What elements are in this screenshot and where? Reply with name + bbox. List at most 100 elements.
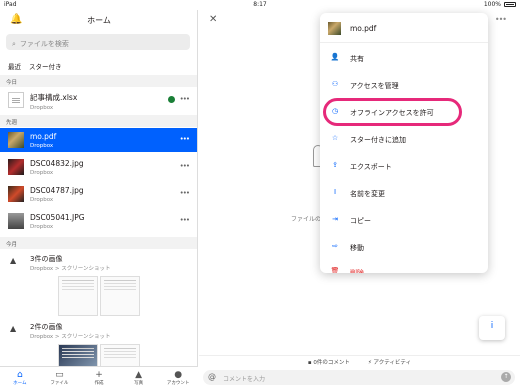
comments-count[interactable]: ▪ 0件のコメント [308, 358, 350, 368]
file-location: Dropbox [30, 105, 54, 111]
menu-item-copy[interactable]: ⇥ コピー [320, 207, 488, 233]
highlight-annotation [323, 98, 462, 126]
images-icon: ▲ [10, 324, 17, 333]
search-input[interactable]: ⌕ ファイルを検索 [6, 34, 190, 50]
more-icon[interactable]: ••• [180, 95, 190, 103]
screenshot-thumbnail[interactable] [58, 276, 98, 316]
plus-icon: + [95, 370, 103, 380]
clock: 8:17 [253, 1, 267, 8]
menu-item-move[interactable]: ⇨ 移動 [320, 234, 488, 260]
menu-item-manage-access[interactable]: ⚇ アクセスを管理 [320, 72, 488, 98]
menu-header: mo.pdf [320, 13, 488, 43]
tab-home[interactable]: ⌂ ホーム [0, 367, 40, 390]
menu-item-label: アクセスを管理 [350, 82, 399, 90]
more-icon[interactable]: ••• [180, 189, 190, 197]
menu-item-star[interactable]: ☆ スター付きに追加 [320, 126, 488, 152]
file-row-selected[interactable]: mo.pdf Dropbox ••• [0, 128, 197, 152]
move-icon: ⇨ [332, 242, 338, 250]
file-row[interactable]: 記事構成.xlsx Dropbox ••• [0, 88, 197, 112]
group-location: Dropbox > スクリーンショット [30, 266, 111, 272]
info-button[interactable]: ⅰ [479, 316, 505, 340]
menu-item-export[interactable]: ⇪ エクスポート [320, 153, 488, 179]
filter-tabs: 最近 スター付き [8, 61, 62, 71]
more-icon[interactable]: ••• [180, 216, 190, 224]
file-location: Dropbox [30, 224, 54, 230]
more-icon[interactable]: ••• [495, 15, 507, 24]
more-icon[interactable]: ••• [180, 162, 190, 170]
tab-bar: ⌂ ホーム ▭ ファイル + 作成 ▲ 写真 ● アカウント [0, 366, 198, 390]
battery-status: 100% [484, 1, 516, 8]
file-actions-menu: mo.pdf 👤 共有 ⚇ アクセスを管理 ◷ オフラインアクセスを許可 ☆ スター付き… [320, 13, 488, 273]
image-thumbnail [8, 132, 24, 148]
menu-item-label: 移動 [350, 244, 364, 252]
menu-item-share[interactable]: 👤 共有 [320, 45, 488, 71]
send-icon[interactable]: ↑ [501, 372, 511, 382]
left-header: 🔔 ホーム [0, 10, 197, 30]
image-thumbnail [328, 22, 341, 35]
menu-item-label: 名前を変更 [350, 190, 385, 198]
section-this-month: 今月 [0, 237, 197, 249]
file-row[interactable]: DSC04787.jpg Dropbox ••• [0, 182, 197, 206]
search-icon: ⌕ [12, 39, 16, 48]
tab-label: アカウント [166, 381, 190, 386]
tab-account[interactable]: ● アカウント [158, 367, 198, 390]
menu-item-label: 共有 [350, 55, 364, 63]
image-thumbnail [8, 159, 24, 175]
star-icon: ☆ [331, 134, 339, 142]
activity-label: アクティビティ [373, 360, 412, 366]
comment-activity-bar: ▪ 0件のコメント ⚡ アクティビティ [199, 355, 520, 368]
rename-icon: I [333, 188, 337, 196]
file-location: Dropbox [30, 197, 54, 203]
file-location: Dropbox [30, 170, 54, 176]
image-group[interactable]: ▲ 3件の画像 Dropbox > スクリーンショット [0, 250, 197, 318]
tab-label: 写真 [134, 381, 144, 386]
offline-status-icon [168, 96, 175, 103]
file-name: 記事構成.xlsx [30, 93, 78, 102]
file-name: mo.pdf [30, 132, 57, 141]
trash-icon: 🗑 [330, 267, 340, 273]
tab-create[interactable]: + 作成 [79, 367, 119, 390]
battery-percent: 100% [483, 1, 501, 8]
section-today: 今日 [0, 75, 197, 87]
file-name: DSC04832.jpg [30, 159, 84, 168]
activity-link[interactable]: ⚡ アクティビティ [368, 358, 411, 368]
filter-starred[interactable]: スター付き [29, 61, 62, 71]
file-browser-pane: 🔔 ホーム ⌕ ファイルを検索 最近 スター付き 今日 記事構成.xlsx Dro… [0, 10, 198, 390]
spreadsheet-icon [8, 92, 24, 108]
tab-label: 作成 [94, 381, 104, 386]
group-title: 3件の画像 [30, 255, 63, 263]
images-icon: ▲ [10, 256, 17, 265]
menu-item-delete[interactable]: 🗑 削除 [320, 259, 488, 273]
page-title: ホーム [87, 16, 111, 25]
comments-label: 0件のコメント [313, 360, 350, 366]
menu-item-rename[interactable]: I 名前を変更 [320, 180, 488, 206]
more-icon[interactable]: ••• [180, 135, 190, 143]
menu-item-label: コピー [350, 217, 371, 225]
file-name: DSC04787.jpg [30, 186, 84, 195]
file-row[interactable]: DSC04832.jpg Dropbox ••• [0, 155, 197, 179]
export-icon: ⇪ [332, 161, 338, 169]
screenshot-thumbnail[interactable] [100, 276, 140, 316]
close-icon[interactable]: ✕ [209, 14, 217, 25]
menu-item-label: 削除 [350, 269, 364, 273]
status-bar: iPad 8:17 100% [0, 0, 520, 10]
tab-label: ホーム [13, 381, 27, 386]
search-placeholder: ファイルを検索 [19, 40, 69, 48]
group-location: Dropbox > スクリーンショット [30, 334, 111, 340]
menu-item-label: エクスポート [350, 163, 392, 171]
file-row[interactable]: DSC05041.JPG Dropbox ••• [0, 209, 197, 233]
tab-photos[interactable]: ▲ 写真 [119, 367, 159, 390]
filter-recent[interactable]: 最近 [8, 61, 21, 71]
tab-label: ファイル [50, 381, 69, 386]
copy-icon: ⇥ [332, 215, 338, 223]
image-thumbnail [8, 186, 24, 202]
section-last-week: 先週 [0, 115, 197, 127]
manage-access-icon: ⚇ [331, 80, 339, 88]
photo-icon: ▲ [135, 370, 143, 380]
group-title: 2件の画像 [30, 323, 63, 331]
tab-files[interactable]: ▭ ファイル [40, 367, 80, 390]
mention-icon[interactable]: @ [208, 372, 216, 381]
comment-input[interactable]: @ コメントを入力 ↑ [203, 370, 515, 385]
comment-placeholder: コメントを入力 [223, 376, 266, 383]
file-name: DSC05041.JPG [30, 213, 85, 222]
